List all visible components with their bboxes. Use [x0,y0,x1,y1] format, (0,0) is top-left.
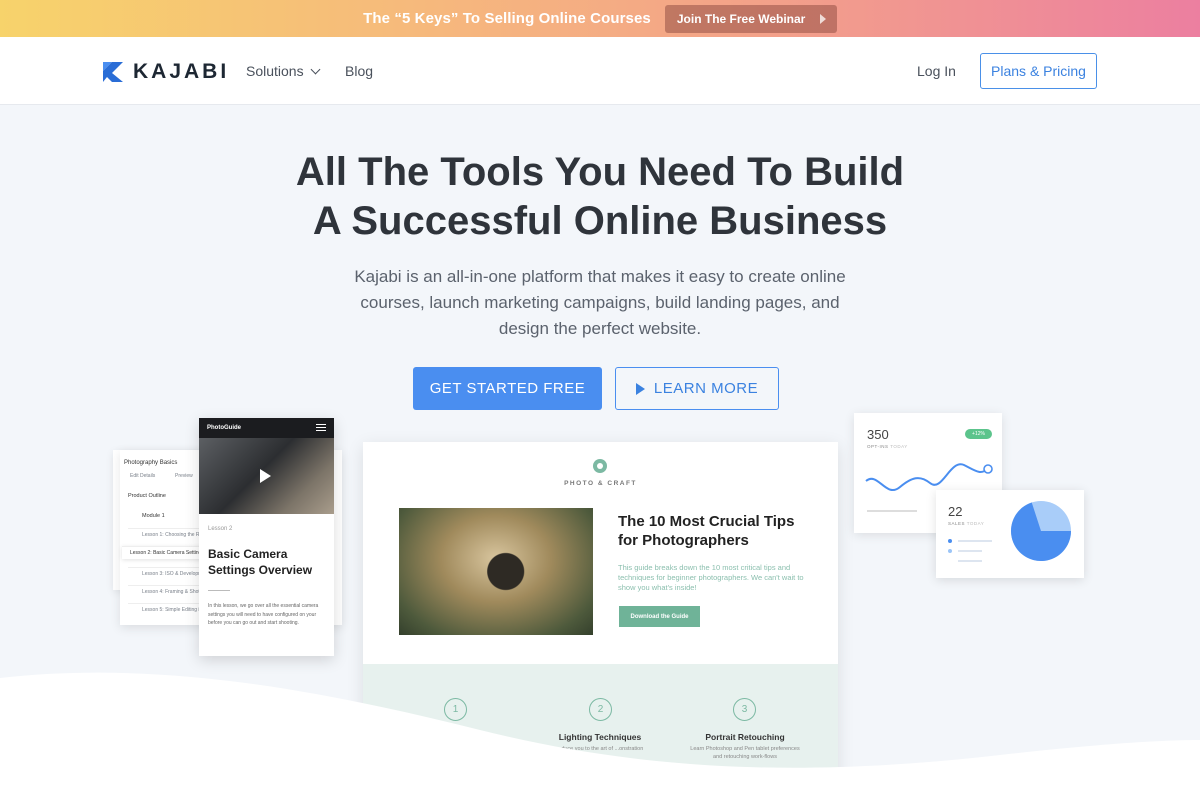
join-webinar-button[interactable]: Join The Free Webinar [664,4,837,33]
get-started-button[interactable]: GET STARTED FREE [413,367,602,410]
module-label: Module 1 [142,513,165,519]
edit-details-label: Edit Details [130,473,156,479]
hero-title: All The Tools You Need To Build A Succes… [0,148,1200,246]
optins-label: OPT-INS TODAY [867,444,908,449]
learn-more-label: LEARN MORE [653,380,759,397]
nav-solutions-label: Solutions [246,63,304,79]
divider [208,590,230,591]
legend-dot [948,539,952,543]
top-navigation: KAJABI Solutions Blog Log In Plans & Pri… [0,37,1200,105]
lesson-label: Lesson 4: Framing & Shot [142,589,200,595]
step-number: 1 [444,698,467,721]
optins-value: 350 [867,427,889,442]
play-arrow-icon [819,13,826,24]
page-headline: The 10 Most Crucial Tips for Photographe… [618,513,795,549]
legend-line [958,550,982,552]
step-desc: ...duce you to the art of ...onstration [556,746,644,752]
phone-lesson-title: Basic Camera Settings Overview [208,547,313,577]
steps-band: 1 2 3 Lighting Techniques Portrait Retou… [363,664,838,799]
step-title: Portrait Retouching [705,732,785,742]
phone-mockup: PhotoGuide Lesson 2 Basic Camera Setting… [199,418,334,656]
step-number: 3 [733,698,756,721]
kajabi-logo-icon [103,62,123,82]
phone-lesson-body: In this lesson, we go over all the essen… [208,603,319,626]
preview-label: Preview [175,473,193,479]
logo-text: KAJABI [133,60,230,83]
nav-blog[interactable]: Blog [345,63,373,79]
plans-pricing-button[interactable]: Plans & Pricing [980,53,1097,89]
optins-badge: +12% [965,429,992,439]
optins-period: TODAY [890,444,908,449]
video-thumbnail [199,438,334,514]
legend-line [958,540,992,542]
sales-pie-chart [1011,501,1071,561]
sales-card: 22 SALES TODAY [936,490,1084,578]
hero-title-line2: A Successful Online Business [312,199,888,243]
photographer-image [399,508,593,635]
phone-app-name: PhotoGuide [207,425,241,431]
logo[interactable]: KAJABI [103,60,229,84]
nav-solutions[interactable]: Solutions [246,63,321,79]
learn-more-button[interactable]: LEARN MORE [615,367,779,410]
optins-label-text: OPT-INS [867,444,889,449]
download-guide-button: Download the Guide [619,606,700,627]
legend-dot [948,549,952,553]
page-body: This guide breaks down the 10 most criti… [618,563,804,592]
play-icon [635,382,645,395]
phone-app-bar: PhotoGuide [199,418,334,438]
sales-label-text: SALES [948,521,966,526]
hero-subtitle: Kajabi is an all-in-one platform that ma… [354,267,846,338]
course-title: Photography Basics [124,460,178,466]
photo-craft-logo-icon [593,459,607,473]
login-link[interactable]: Log In [917,63,956,79]
card-placeholder-line [867,510,917,512]
step-number: 2 [589,698,612,721]
hero-title-line1: All The Tools You Need To Build [295,150,905,194]
menu-icon [316,424,326,431]
promo-text: The “5 Keys” To Selling Online Courses [363,10,651,27]
optins-point [983,464,993,474]
join-webinar-label: Join The Free Webinar [676,11,806,26]
step-title: Lighting Techniques [558,732,642,742]
sales-period: TODAY [966,521,985,526]
landing-page-mockup: PHOTO & CRAFT The 10 Most Crucial Tips f… [363,442,838,799]
optins-line [865,463,989,491]
phone-lesson-label: Lesson 2 [208,526,233,532]
sales-value: 22 [948,504,963,519]
sales-label: SALES TODAY [948,521,984,526]
page-brand: PHOTO & CRAFT [564,480,637,487]
step-desc: Learn Photoshop and Pen tablet preferenc… [690,746,800,760]
legend-line [958,560,982,562]
play-icon [260,469,271,483]
product-outline-label: Product Outline [128,493,166,499]
chevron-down-icon [310,64,321,74]
promo-banner: The “5 Keys” To Selling Online Courses J… [0,0,1200,37]
